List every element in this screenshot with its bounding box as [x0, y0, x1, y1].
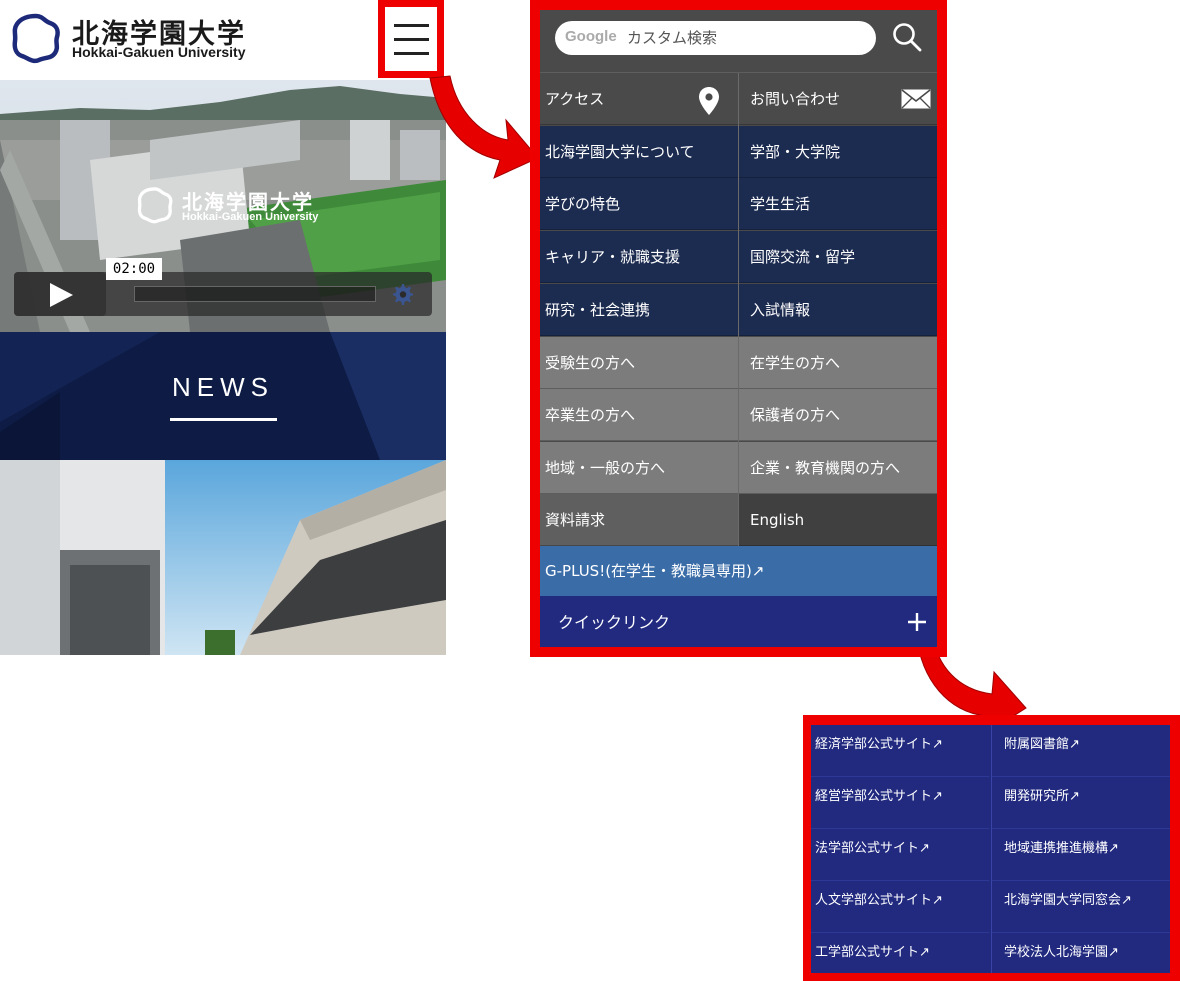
- quicklink-economics[interactable]: 経済学部公式サイト↗: [811, 725, 989, 777]
- building-photo: [0, 460, 446, 655]
- quicklink-regional-collaboration[interactable]: 地域連携推進機構↗: [992, 829, 1170, 881]
- global-nav-menu: Google アクセス お問い合わせ: [540, 10, 937, 647]
- nav-item-research[interactable]: 研究・社会連携: [540, 284, 738, 336]
- campus-building-image: [0, 460, 446, 655]
- nav-item-about[interactable]: 北海学園大学について: [540, 126, 738, 178]
- search-icon[interactable]: [892, 22, 922, 52]
- quicklinks-label: クイックリンク: [558, 613, 671, 632]
- hamburger-bar: [394, 38, 429, 41]
- search-box[interactable]: Google: [555, 21, 876, 55]
- nav-item-contact[interactable]: お問い合わせ: [739, 73, 937, 125]
- hero-logo-icon: [137, 187, 173, 224]
- quicklinks-divider: [991, 725, 992, 973]
- quicklink-engineering[interactable]: 工学部公式サイト↗: [811, 933, 989, 973]
- nav-item-faculties[interactable]: 学部・大学院: [739, 126, 937, 178]
- nav-item-label: アクセス: [545, 90, 605, 108]
- nav-item-features[interactable]: 学びの特色: [540, 178, 738, 230]
- nav-item-parents[interactable]: 保護者の方へ: [739, 389, 937, 441]
- envelope-icon: [901, 89, 931, 109]
- hamburger-bar: [394, 52, 429, 55]
- map-pin-icon: [699, 87, 719, 115]
- quicklink-research-institute[interactable]: 開発研究所↗: [992, 777, 1170, 829]
- nav-item-request-materials[interactable]: 資料請求: [540, 494, 738, 546]
- play-icon: [50, 283, 73, 307]
- hero-video[interactable]: 北海学園大学 Hokkai-Gakuen University 02:00: [0, 80, 446, 332]
- video-controls: [14, 272, 432, 316]
- plus-icon[interactable]: [908, 613, 926, 631]
- nav-item-access[interactable]: アクセス: [540, 73, 738, 125]
- video-progress-bar[interactable]: [134, 286, 376, 302]
- grid-divider: [738, 73, 739, 546]
- news-title[interactable]: NEWS: [0, 372, 446, 403]
- play-button[interactable]: [14, 272, 106, 316]
- nav-item-companies[interactable]: 企業・教育機関の方へ: [739, 442, 937, 494]
- quicklinks-highlight-frame: 経済学部公式サイト↗ 経営学部公式サイト↗ 法学部公式サイト↗ 人文学部公式サイ…: [803, 715, 1180, 981]
- nav-item-student-life[interactable]: 学生生活: [739, 178, 937, 230]
- nav-item-label: お問い合わせ: [750, 90, 841, 108]
- nav-item-applicants[interactable]: 受験生の方へ: [540, 337, 738, 389]
- news-section-header: NEWS: [0, 332, 446, 460]
- google-brand-label: Google: [565, 28, 617, 45]
- nav-item-alumni[interactable]: 卒業生の方へ: [540, 389, 738, 441]
- quicklink-alumni-association[interactable]: 北海学園大学同窓会↗: [992, 881, 1170, 933]
- hamburger-icon: [394, 24, 429, 27]
- hero-logo-english: Hokkai-Gakuen University: [182, 211, 319, 223]
- quicklink-hokkai-gakuen[interactable]: 学校法人北海学園↗: [992, 933, 1170, 973]
- university-logo-icon[interactable]: [10, 12, 62, 64]
- nav-item-english[interactable]: English: [739, 494, 937, 546]
- news-title-underline: [170, 418, 277, 421]
- hamburger-menu-button[interactable]: [378, 0, 444, 78]
- mobile-screen: 北海学園大学 Hokkai-Gakuen University 北海学園大学 H…: [0, 0, 446, 655]
- quicklink-humanities[interactable]: 人文学部公式サイト↗: [811, 881, 989, 933]
- site-header: 北海学園大学 Hokkai-Gakuen University: [0, 0, 446, 80]
- search-input[interactable]: [627, 21, 867, 55]
- nav-item-career[interactable]: キャリア・就職支援: [540, 231, 738, 283]
- quicklinks-list: 経済学部公式サイト↗ 経営学部公式サイト↗ 法学部公式サイト↗ 人文学部公式サイ…: [811, 725, 1170, 973]
- quicklink-business[interactable]: 経営学部公式サイト↗: [811, 777, 989, 829]
- nav-item-community[interactable]: 地域・一般の方へ: [540, 442, 738, 494]
- video-time-tooltip: 02:00: [106, 258, 162, 280]
- gplus-link[interactable]: G-PLUS!(在学生・教職員専用)↗: [540, 546, 937, 596]
- nav-item-international[interactable]: 国際交流・留学: [739, 231, 937, 283]
- quicklinks-toggle[interactable]: クイックリンク: [540, 596, 937, 647]
- nav-item-admissions[interactable]: 入試情報: [739, 284, 937, 336]
- quicklink-library[interactable]: 附属図書館↗: [992, 725, 1170, 777]
- gear-icon[interactable]: [390, 282, 414, 306]
- nav-item-current-students[interactable]: 在学生の方へ: [739, 337, 937, 389]
- menu-highlight-frame: Google アクセス お問い合わせ: [530, 0, 947, 657]
- arrow-to-menu-icon: [429, 75, 539, 179]
- nav-grid: アクセス お問い合わせ 北海学園大学について 学部・大学院 学びの特色 学生生活: [540, 73, 937, 546]
- logo-english-name[interactable]: Hokkai-Gakuen University: [72, 44, 246, 60]
- quicklink-law[interactable]: 法学部公式サイト↗: [811, 829, 989, 881]
- search-bar: Google: [540, 10, 937, 73]
